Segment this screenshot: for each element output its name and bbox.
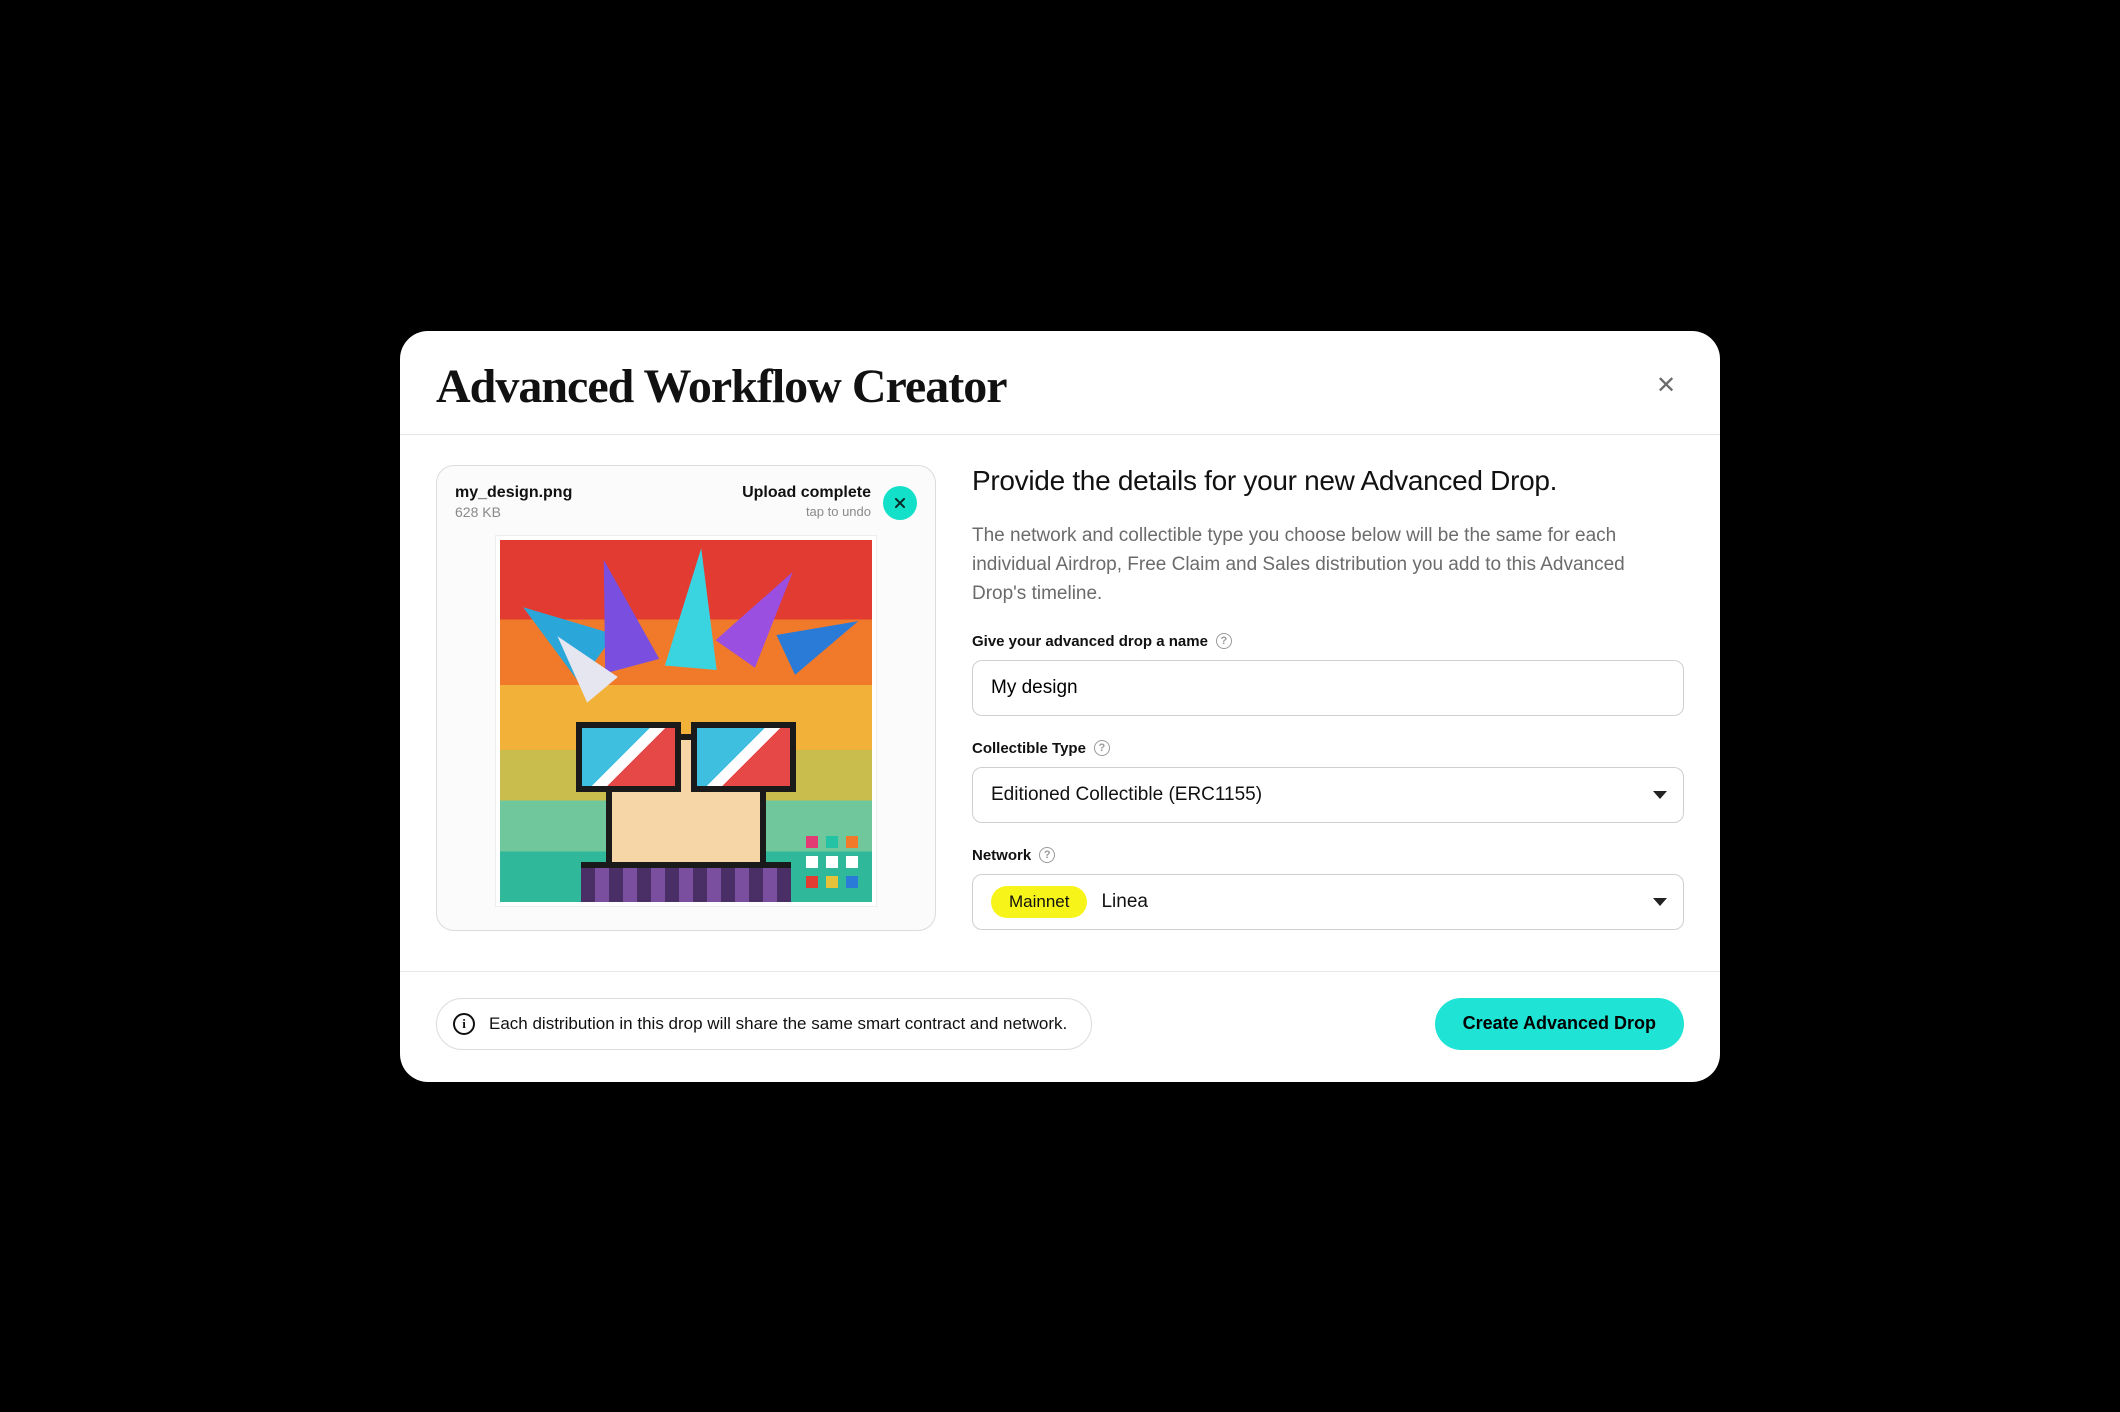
help-icon[interactable]: ? — [1216, 633, 1232, 649]
modal-title: Advanced Workflow Creator — [436, 359, 1007, 414]
collectible-type-value: Editioned Collectible (ERC1155) — [991, 784, 1262, 806]
modal-footer: i Each distribution in this drop will sh… — [400, 971, 1720, 1082]
network-field: Network ? Mainnet Linea — [972, 847, 1684, 930]
upload-file-name: my_design.png — [455, 484, 572, 502]
network-value: Linea — [1101, 891, 1148, 913]
upload-card: my_design.png 628 KB Upload complete tap… — [436, 465, 936, 931]
footer-info-pill: i Each distribution in this drop will sh… — [436, 998, 1092, 1050]
collectible-type-field: Collectible Type ? Editioned Collectible… — [972, 740, 1684, 823]
close-icon: ✕ — [1656, 374, 1676, 398]
drop-name-label: Give your advanced drop a name — [972, 633, 1208, 650]
upload-status-text: Upload complete — [742, 484, 871, 502]
details-form: Provide the details for your new Advance… — [972, 465, 1684, 931]
form-description: The network and collectible type you cho… — [972, 521, 1684, 609]
upload-file-meta: my_design.png 628 KB — [455, 484, 572, 520]
upload-file-size: 628 KB — [455, 504, 572, 520]
collectible-type-select[interactable]: Editioned Collectible (ERC1155) — [972, 767, 1684, 823]
drop-name-input[interactable] — [972, 660, 1684, 716]
network-env-badge: Mainnet — [991, 886, 1087, 918]
create-advanced-drop-button[interactable]: Create Advanced Drop — [1435, 998, 1684, 1050]
collectible-type-label: Collectible Type — [972, 740, 1086, 757]
chevron-down-icon — [1653, 791, 1667, 799]
help-icon[interactable]: ? — [1039, 847, 1055, 863]
upload-preview-image — [496, 536, 876, 906]
drop-name-field: Give your advanced drop a name ? — [972, 633, 1684, 716]
advanced-workflow-modal: Advanced Workflow Creator ✕ my_design.pn… — [400, 331, 1720, 1082]
help-icon[interactable]: ? — [1094, 740, 1110, 756]
network-select[interactable]: Mainnet Linea — [972, 874, 1684, 930]
modal-body: my_design.png 628 KB Upload complete tap… — [400, 435, 1720, 971]
upload-header: my_design.png 628 KB Upload complete tap… — [455, 484, 917, 520]
close-button[interactable]: ✕ — [1648, 368, 1684, 404]
chevron-down-icon — [1653, 898, 1667, 906]
footer-info-text: Each distribution in this drop will shar… — [489, 1014, 1067, 1034]
modal-header: Advanced Workflow Creator ✕ — [400, 331, 1720, 435]
network-label: Network — [972, 847, 1031, 864]
form-heading: Provide the details for your new Advance… — [972, 465, 1684, 497]
undo-upload-button[interactable] — [883, 486, 917, 520]
close-icon — [893, 496, 907, 510]
upload-undo-hint: tap to undo — [742, 504, 871, 519]
upload-status-meta: Upload complete tap to undo — [742, 484, 871, 519]
upload-status-group: Upload complete tap to undo — [742, 484, 917, 520]
info-icon: i — [453, 1013, 475, 1035]
